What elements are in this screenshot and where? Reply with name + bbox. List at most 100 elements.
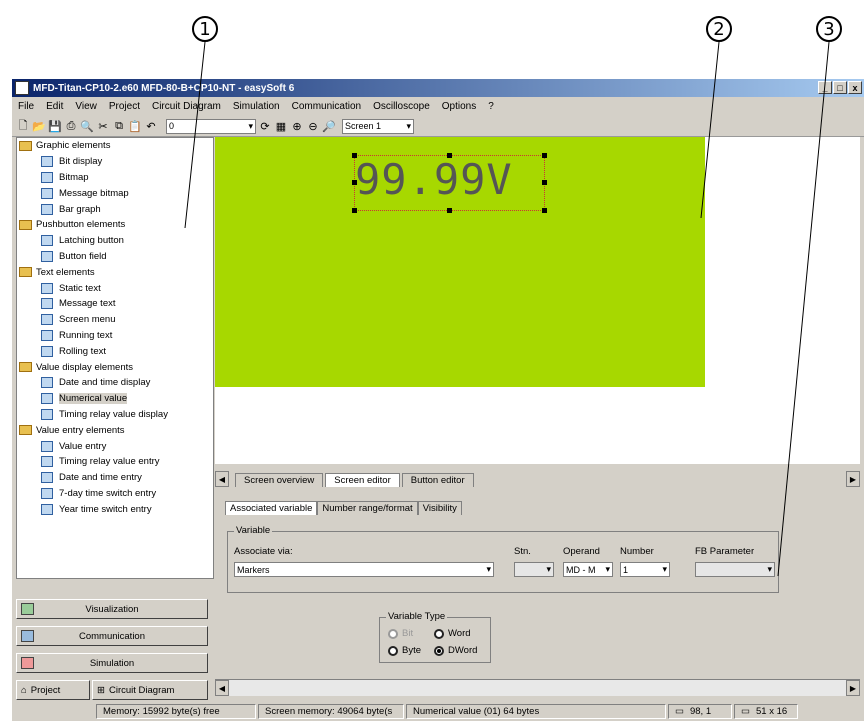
nav-simulation-button[interactable]: Simulation [16, 653, 208, 673]
menu-options[interactable]: Options [436, 101, 482, 112]
tree-item[interactable]: Date and time display [17, 375, 213, 391]
scroll-right-icon[interactable]: ▶ [846, 680, 860, 696]
nav-communication-button[interactable]: Communication [16, 626, 208, 646]
tree-item[interactable]: Screen menu [17, 312, 213, 328]
copy-icon[interactable]: ⧉ [112, 119, 126, 133]
print-preview-icon[interactable]: 🔍 [80, 119, 94, 133]
nav-circuit-diagram-button[interactable]: ⊞ Circuit Diagram [92, 680, 208, 700]
print-icon[interactable]: ⎙ [64, 119, 78, 133]
horizontal-scrollbar[interactable]: ◀ ▶ [215, 679, 860, 696]
radio-dword-label: DWord [448, 645, 478, 656]
minimize-button[interactable]: _ [818, 81, 832, 94]
menu-view[interactable]: View [69, 101, 103, 112]
tree-category[interactable]: Value entry elements [17, 422, 213, 438]
tab-number-range-format[interactable]: Number range/format [317, 501, 418, 515]
associate-via-select[interactable]: Markers ▾ [234, 562, 494, 577]
radio-dword[interactable]: DWord [434, 645, 477, 656]
resize-handle[interactable] [542, 208, 547, 213]
resize-handle[interactable] [542, 180, 547, 185]
element-tree: Graphic elements Bit display Bitmap Message… [16, 137, 214, 579]
screen-canvas[interactable]: 99.99V [215, 137, 860, 464]
tree-item[interactable]: Bitmap [17, 170, 213, 186]
menu-oscilloscope[interactable]: Oscilloscope [367, 101, 436, 112]
tree-item[interactable]: Timing relay value display [17, 407, 213, 423]
save-icon[interactable]: 💾 [48, 119, 62, 133]
value-combo[interactable]: 0 ▾ [166, 118, 256, 134]
tree-item[interactable]: Date and time entry [17, 470, 213, 486]
tab-associated-variable[interactable]: Associated variable [225, 501, 318, 515]
tab-screen-overview[interactable]: Screen overview [235, 473, 324, 487]
lcd-display[interactable]: 99.99V [215, 137, 705, 387]
menu-communication[interactable]: Communication [286, 101, 367, 112]
tree-category-label: Text elements [36, 266, 95, 278]
tree-item[interactable]: Timing relay value entry [17, 454, 213, 470]
nav-project-button[interactable]: ⌂ Project [16, 680, 90, 700]
tree-item[interactable]: Static text [17, 280, 213, 296]
grid-icon[interactable]: ▦ [274, 119, 288, 133]
number-select[interactable]: 1 ▾ [620, 562, 670, 577]
tree-category[interactable]: Text elements [17, 264, 213, 280]
cut-icon[interactable]: ✂ [96, 119, 110, 133]
tab-button-editor[interactable]: Button editor [401, 473, 474, 487]
tree-item[interactable]: Rolling text [17, 343, 213, 359]
status-numerical-value: Numerical value (01) 64 bytes [406, 704, 666, 719]
tree-item[interactable]: Message bitmap [17, 185, 213, 201]
tree-item[interactable]: 7-day time switch entry [17, 486, 213, 502]
tree-category[interactable]: Graphic elements [17, 138, 213, 154]
zoom-icon[interactable]: 🔎 [322, 119, 336, 133]
tree-item[interactable]: Message text [17, 296, 213, 312]
stn-select[interactable]: ▾ [514, 562, 554, 577]
tree-item[interactable]: Latching button [17, 233, 213, 249]
tree-category[interactable]: Value display elements [17, 359, 213, 375]
open-folder-icon[interactable]: 📂 [32, 119, 46, 133]
menu-project[interactable]: Project [103, 101, 146, 112]
maximize-button[interactable]: □ [833, 81, 847, 94]
number-label: Number [620, 546, 654, 557]
tree-item[interactable]: Running text [17, 328, 213, 344]
tree-item[interactable]: Year time switch entry [17, 501, 213, 517]
resize-handle[interactable] [352, 180, 357, 185]
menu-help[interactable]: ? [482, 101, 500, 112]
tree-item[interactable]: Button field [17, 249, 213, 265]
fb-parameter-select[interactable]: ▾ [695, 562, 775, 577]
resize-handle[interactable] [447, 153, 452, 158]
resize-handle[interactable] [447, 208, 452, 213]
zoom-out-icon[interactable]: ⊖ [306, 119, 320, 133]
radio-bit-circle [388, 628, 398, 639]
tree-category[interactable]: Pushbutton elements [17, 217, 213, 233]
paste-icon[interactable]: 📋 [128, 119, 142, 133]
radio-bit[interactable]: Bit [388, 628, 413, 639]
tree-item-label: Numerical value [59, 393, 128, 405]
screen-select[interactable]: Screen 1 ▾ [342, 118, 414, 134]
tab-scroll-right-icon[interactable]: ▶ [846, 471, 860, 487]
tab-scroll-left-icon[interactable]: ◀ [215, 471, 229, 487]
tree-item[interactable]: Numerical value [17, 391, 213, 407]
refresh-icon[interactable]: ⟳ [258, 119, 272, 133]
undo-icon[interactable]: ↶ [144, 119, 158, 133]
stn-label: Stn. [514, 546, 531, 557]
menu-file[interactable]: File [12, 101, 40, 112]
close-button[interactable]: x [848, 81, 862, 94]
resize-handle[interactable] [352, 153, 357, 158]
menu-edit[interactable]: Edit [40, 101, 69, 112]
app-window: MFD-Titan-CP10-2.e60 MFD-80-B+CP10-NT - … [12, 79, 864, 721]
tree-item[interactable]: Bar graph [17, 201, 213, 217]
operand-select[interactable]: MD - M ▾ [563, 562, 613, 577]
tab-visibility[interactable]: Visibility [417, 501, 462, 515]
tree-item[interactable]: Value entry [17, 438, 213, 454]
resize-handle[interactable] [352, 208, 357, 213]
element-icon [41, 203, 53, 215]
nav-visualization-label: Visualization [85, 603, 139, 615]
resize-handle[interactable] [542, 153, 547, 158]
radio-word[interactable]: Word [434, 628, 471, 639]
nav-visualization-button[interactable]: Visualization [16, 599, 208, 619]
radio-byte[interactable]: Byte [388, 645, 421, 656]
selection-frame[interactable] [352, 153, 547, 213]
zoom-in-icon[interactable]: ⊕ [290, 119, 304, 133]
new-file-icon[interactable]: 🗋 [16, 119, 30, 133]
menu-circuit-diagram[interactable]: Circuit Diagram [146, 101, 227, 112]
menu-simulation[interactable]: Simulation [227, 101, 286, 112]
tab-screen-editor[interactable]: Screen editor [325, 473, 400, 487]
tree-item[interactable]: Bit display [17, 154, 213, 170]
scroll-left-icon[interactable]: ◀ [215, 680, 229, 696]
